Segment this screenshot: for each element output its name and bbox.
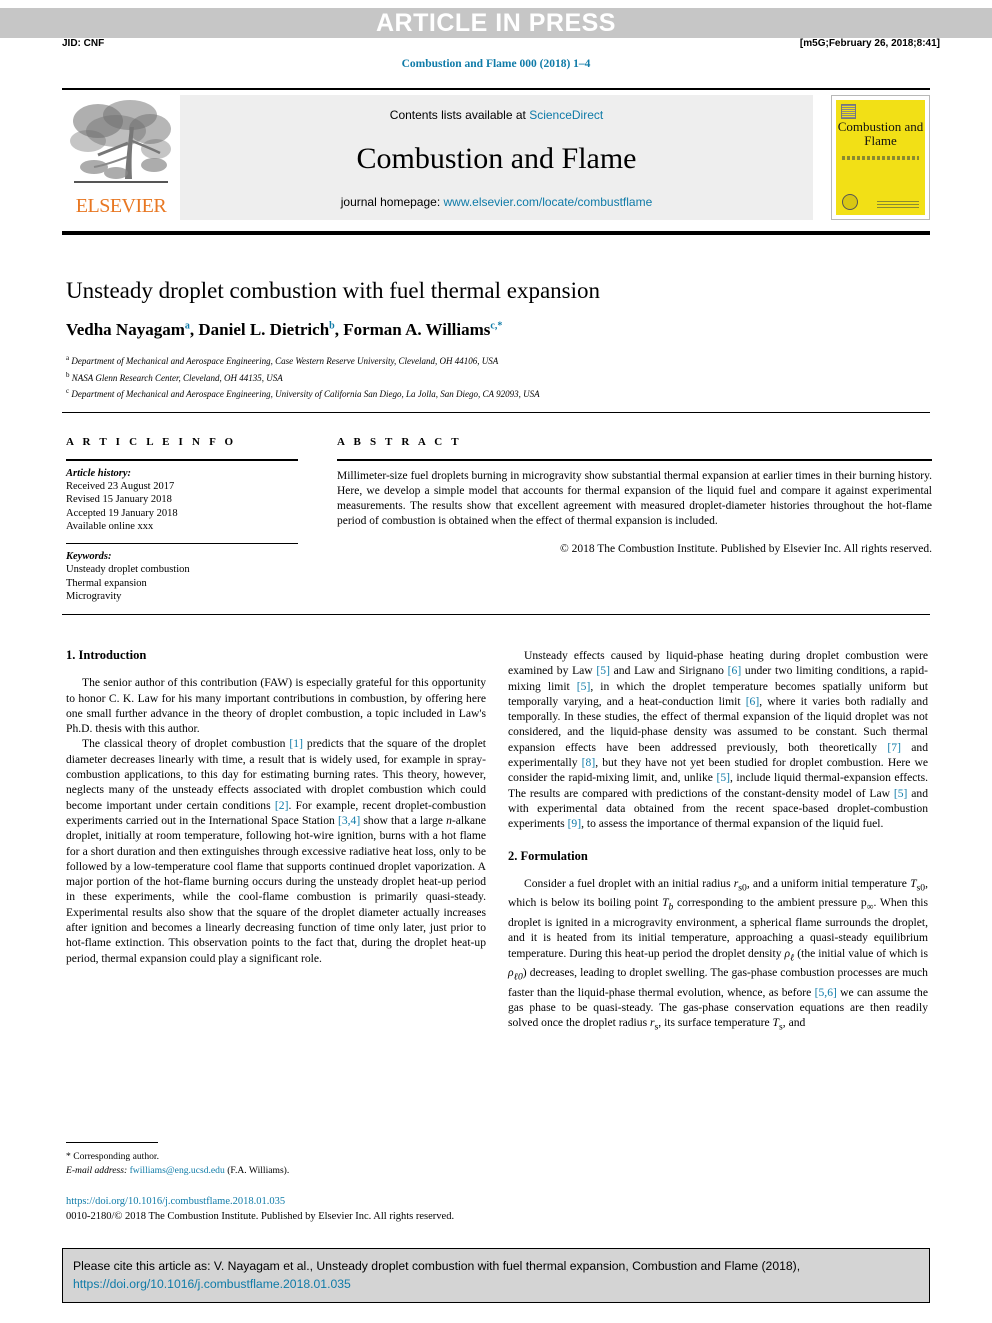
journal-name-heading: Combustion and Flame: [356, 141, 637, 175]
cover-title-text: Combustion and Flame: [837, 119, 924, 148]
body-column-left: 1. Introduction The senior author of thi…: [66, 648, 486, 966]
email-label: E-mail address:: [66, 1164, 128, 1176]
sciencedirect-link[interactable]: ScienceDirect: [529, 108, 603, 122]
abstract-heading: A B S T R A C T: [337, 436, 462, 448]
production-stamp-label: [m5G;February 26, 2018;8:41]: [799, 38, 940, 49]
footnote-block: * Corresponding author. E-mail address: …: [66, 1150, 486, 1177]
corresponding-author-note: * Corresponding author.: [66, 1151, 159, 1162]
abstract-copyright: © 2018 The Combustion Institute. Publish…: [559, 543, 932, 556]
masthead-bottom-rule: [62, 231, 930, 235]
footnote-rule: [66, 1142, 158, 1143]
history-revised: Revised 15 January 2018: [66, 494, 172, 505]
masthead-center-panel: Contents lists available at ScienceDirec…: [180, 95, 813, 220]
history-available-online: Available online xxx: [66, 521, 154, 532]
intro-paragraph-1: The senior author of this contribution (…: [66, 676, 486, 736]
journal-id-label: JID: CNF: [62, 38, 105, 49]
cover-footer-bar: [877, 201, 919, 209]
affiliation-item: c Department of Mechanical and Aerospace…: [66, 387, 540, 399]
contents-available-line: Contents lists available at ScienceDirec…: [390, 108, 603, 122]
email-link[interactable]: fwilliams@eng.ucsd.edu: [130, 1165, 225, 1176]
article-info-column: A R T I C L E I N F O Article history: R…: [66, 436, 298, 604]
affiliation-text: Department of Mechanical and Aerospace E…: [71, 356, 499, 366]
abstract-bottom-rule: [62, 614, 930, 615]
abstract-column: A B S T R A C T Millimeter-size fuel dro…: [337, 436, 932, 555]
citation-doi-link[interactable]: https://doi.org/10.1016/j.combustflame.2…: [73, 1275, 919, 1293]
article-history-label: Article history:: [66, 467, 132, 479]
journal-cover-thumbnail: Combustion and Flame: [831, 95, 930, 220]
elsevier-wordmark: ELSEVIER: [75, 195, 167, 217]
cover-artwork: Combustion and Flame: [836, 100, 925, 215]
body-column-right: Unsteady effects caused by liquid-phase …: [508, 648, 928, 1035]
intro-paragraph-2: The classical theory of droplet combusti…: [66, 737, 486, 965]
keywords-label: Keywords:: [66, 551, 112, 562]
article-in-press-label: ARTICLE IN PRESS: [376, 9, 616, 37]
elsevier-logo: ELSEVIER: [62, 95, 180, 220]
keyword-item: Thermal expansion: [66, 577, 147, 589]
affiliation-list: a Department of Mechanical and Aerospace…: [66, 352, 906, 402]
affiliation-item: b NASA Glenn Research Center, Cleveland,…: [66, 370, 283, 383]
keyword-item: Unsteady droplet combustion: [66, 564, 190, 575]
journal-homepage-link[interactable]: www.elsevier.com/locate/combustflame: [444, 195, 653, 209]
citation-notice-box: Please cite this article as: V. Nayagam …: [62, 1248, 930, 1303]
issn-copyright-line: 0010-2180/© 2018 The Combustion Institut…: [66, 1211, 455, 1222]
author-list: Vedha Nayagama, Daniel L. Dietrichb, For…: [66, 320, 503, 339]
section-heading-introduction: 1. Introduction: [66, 648, 147, 662]
contents-prefix: Contents lists available at: [389, 108, 530, 122]
section-heading-formulation: 2. Formulation: [508, 848, 588, 863]
abstract-rule: [337, 459, 932, 461]
cover-seal-icon: [842, 194, 858, 210]
formulation-paragraph-1: Consider a fuel droplet with an initial …: [508, 876, 929, 1033]
title-block-rule: [62, 412, 930, 413]
affiliation-item: a Department of Mechanical and Aerospace…: [66, 354, 499, 366]
abstract-text: Millimeter-size fuel droplets burning in…: [337, 469, 932, 528]
history-accepted: Accepted 19 January 2018: [66, 507, 178, 519]
journal-masthead: ELSEVIER Contents lists available at Sci…: [62, 95, 930, 220]
affiliation-text: Department of Mechanical and Aerospace E…: [71, 389, 540, 399]
cover-publisher-badge-icon: [841, 104, 856, 119]
cover-subtitle-bar: [842, 156, 919, 160]
masthead-top-rule: [62, 88, 930, 90]
journal-reference-line: Combustion and Flame 000 (2018) 1–4: [401, 58, 591, 70]
keywords-rule: [66, 542, 298, 544]
article-info-rule: [66, 459, 298, 461]
article-info-heading: A R T I C L E I N F O: [66, 436, 237, 448]
elsevier-tree-icon: [70, 100, 171, 183]
email-note: E-mail address: fwilliams@eng.ucsd.edu (…: [66, 1164, 486, 1178]
journal-homepage-line: journal homepage: www.elsevier.com/locat…: [341, 195, 653, 209]
doi-link[interactable]: https://doi.org/10.1016/j.combustflame.2…: [66, 1196, 285, 1207]
email-owner: (F.A. Williams).: [227, 1164, 290, 1176]
page-title: Unsteady droplet combustion with fuel th…: [66, 278, 600, 303]
affiliation-text: NASA Glenn Research Center, Cleveland, O…: [71, 372, 283, 383]
history-received: Received 23 August 2017: [66, 480, 175, 492]
homepage-prefix: journal homepage:: [340, 195, 444, 209]
intro-paragraph-3: Unsteady effects caused by liquid-phase …: [508, 649, 929, 831]
citation-text: Please cite this article as: V. Nayagam …: [73, 1259, 801, 1273]
keyword-item: Microgravity: [66, 591, 122, 602]
